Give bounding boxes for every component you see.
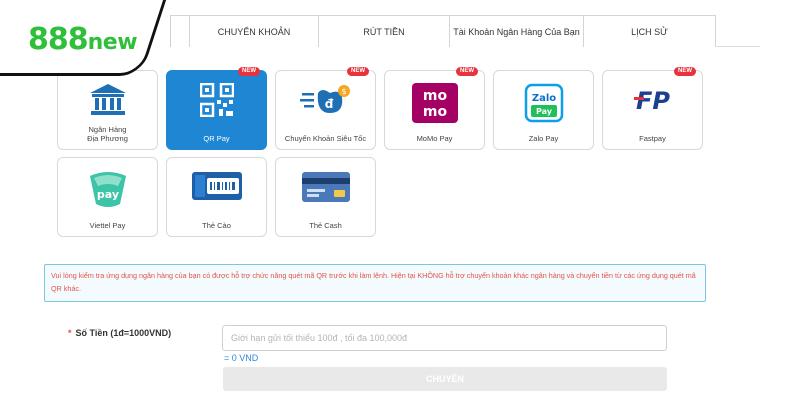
zalo-line2: Pay [535,107,552,116]
method-fastpay[interactable]: NEW FP Fastpay [602,67,703,150]
tab-label: Tài Khoản Ngân Hàng Của Bạn [453,26,580,37]
method-qr-pay[interactable]: NEW QR Pay [166,67,267,150]
new-badge: NEW [347,67,369,76]
momo-icon: mo mo [411,83,458,128]
qr-icon [199,82,234,122]
tab-label: LỊCH SỬ [631,26,668,37]
method-zalo[interactable]: Zalo Pay Zalo Pay [493,70,594,150]
method-cash-card[interactable]: Thẻ Cash [275,157,376,237]
amount-converted: = 0 VND [224,353,259,363]
method-scratch-card[interactable]: Thẻ Cào [166,157,267,237]
method-label: Chuyển Khoản Siêu Tốc [284,134,367,143]
new-badge: NEW [674,67,696,76]
scratch-card-icon [191,172,242,205]
method-label: Ngân Hàng Địa Phương [87,125,128,143]
method-label: QR Pay [203,134,230,143]
svg-text:đ: đ [324,97,333,111]
momo-line1: mo [422,88,447,104]
method-viettel[interactable]: pay Viettel Pay [57,157,158,237]
fastpay-icon: FP [630,85,676,122]
method-label: Thẻ Cào [202,221,231,230]
tab-bank-account[interactable]: Tài Khoản Ngân Hàng Của Bạn [449,15,584,47]
amount-label-text: Số Tiền (1đ=1000VND) [75,328,172,338]
tab-withdraw[interactable]: RÚT TIỀN [318,15,450,47]
tab-history[interactable]: LỊCH SỬ [583,15,716,47]
tab-divider [715,46,760,47]
logo-number: 888 [28,22,89,57]
new-badge: NEW [238,67,260,76]
tab-label: RÚT TIỀN [363,26,405,37]
method-label: Fastpay [639,134,666,143]
logo[interactable]: 888new [28,22,138,57]
method-fast-transfer[interactable]: NEW đ $ Chuyển Khoản Siêu Tốc [275,67,376,150]
method-label: MoMo Pay [416,134,453,143]
amount-input[interactable] [222,325,667,351]
fastpay-text: FP [636,87,670,115]
new-badge: NEW [456,67,478,76]
qr-notice: Vui lòng kiểm tra ứng dụng ngân hàng của… [44,264,706,302]
submit-button[interactable]: CHUYỂN [223,367,667,391]
zalo-icon: Zalo Pay [524,83,564,128]
method-label: Viettel Pay [89,221,126,230]
tab-bar: CHUYỂN KHOẢN RÚT TIỀN Tài Khoản Ngân Hàn… [170,15,716,47]
required-mark: * [68,328,72,338]
deposit-page: 888new CHUYỂN KHOẢN RÚT TIỀN Tài Khoản N… [0,0,800,400]
amount-label: * Số Tiền (1đ=1000VND) [68,328,171,338]
momo-line2: mo [422,104,447,120]
method-momo[interactable]: NEW mo mo MoMo Pay [384,67,485,150]
viettel-icon: pay [86,170,130,213]
viettel-text: pay [96,188,118,201]
tab-label: CHUYỂN KHOẢN [217,26,291,37]
cash-card-icon [301,172,350,207]
logo-word: new [87,30,138,55]
method-label: Thẻ Cash [309,221,342,230]
svg-text:$: $ [341,87,346,96]
tab-transfer[interactable]: CHUYỂN KHOẢN [189,15,319,47]
zalo-line1: Zalo [531,93,555,104]
method-label: Zalo Pay [528,134,559,143]
tab-deposit[interactable] [170,15,190,47]
fast-transfer-icon: đ $ [299,83,352,122]
bank-icon [88,83,128,122]
method-local-bank[interactable]: Ngân Hàng Địa Phương [57,70,158,150]
